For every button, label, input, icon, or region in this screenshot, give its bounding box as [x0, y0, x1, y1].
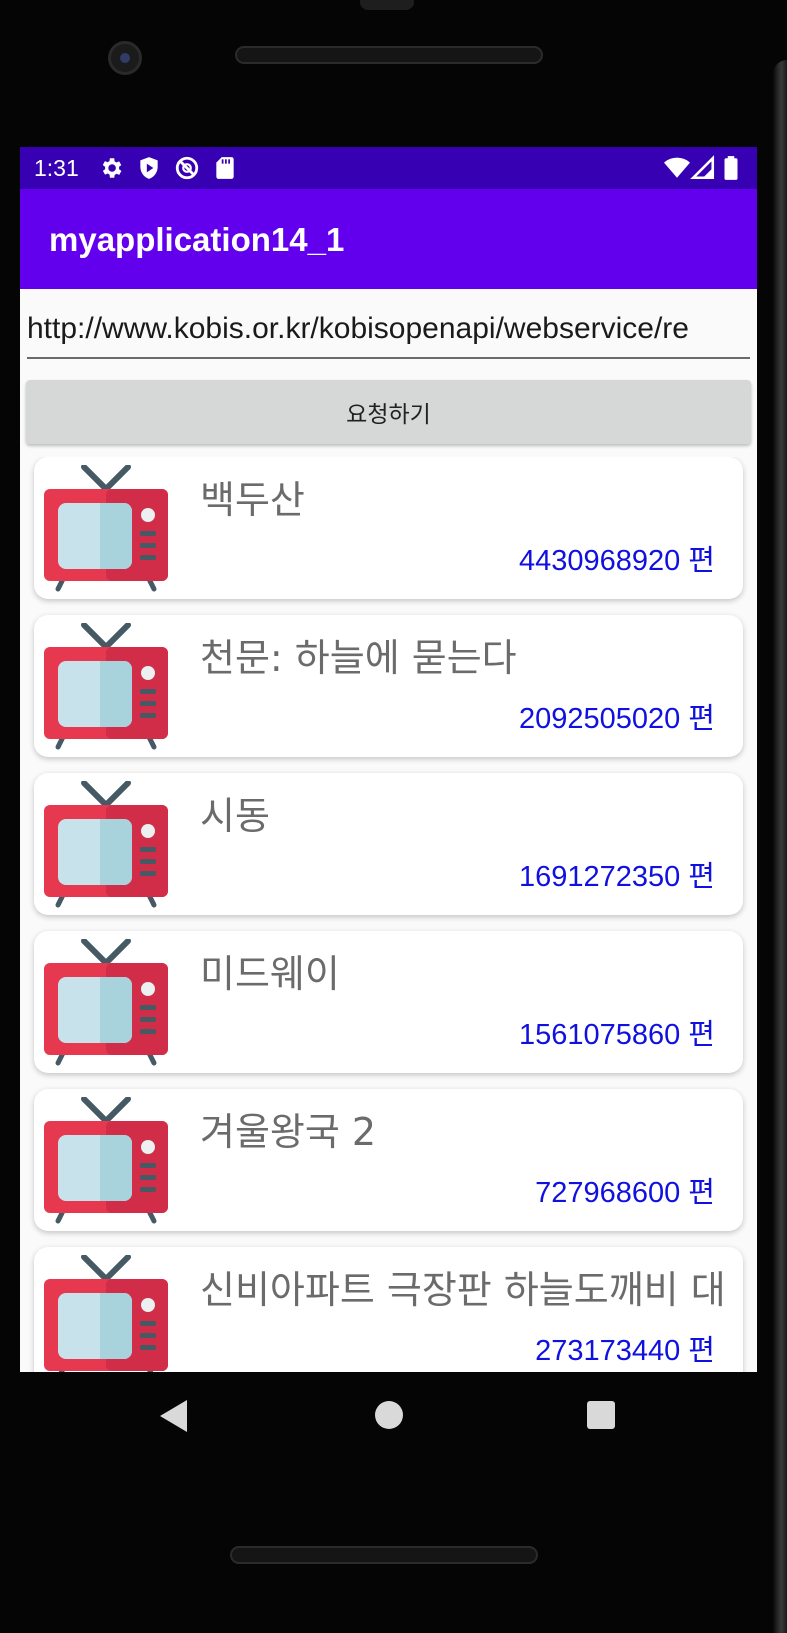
app-bar: myapplication14_1	[20, 189, 757, 289]
movie-card[interactable]: 천문: 하늘에 묻는다 2092505020 편	[34, 615, 743, 757]
movie-card[interactable]: 겨울왕국 2 727968600 편	[34, 1089, 743, 1231]
home-icon[interactable]	[375, 1401, 403, 1429]
movie-card[interactable]: 시동 1691272350 편	[34, 773, 743, 915]
tv-icon	[44, 1255, 168, 1372]
do-not-disturb-icon	[175, 156, 199, 180]
app-title: myapplication14_1	[49, 221, 345, 258]
earpiece-speaker	[235, 46, 543, 64]
movie-audience-count: 4430968920 편	[518, 545, 715, 577]
phone-frame: 1:31 myapplication14_1 http://www.kobis.…	[0, 0, 787, 1633]
tv-icon	[44, 465, 168, 592]
movie-title: 백두산	[200, 478, 305, 522]
tv-icon	[44, 1097, 168, 1224]
front-camera-icon	[108, 41, 142, 75]
movie-audience-count: 2092505020 편	[518, 703, 715, 735]
movie-audience-count: 727968600 편	[535, 1177, 715, 1209]
back-icon[interactable]	[160, 1400, 187, 1432]
wifi-icon	[664, 157, 690, 178]
movie-title: 천문: 하늘에 묻는다	[200, 636, 517, 680]
request-button[interactable]: 요청하기	[26, 380, 751, 444]
movie-title: 미드웨이	[200, 952, 340, 996]
tv-icon	[44, 939, 168, 1066]
app-screen: 1:31 myapplication14_1 http://www.kobis.…	[20, 147, 757, 1372]
status-time: 1:31	[34, 155, 79, 181]
movie-audience-count: 273173440 편	[535, 1335, 715, 1367]
gear-icon	[102, 158, 122, 178]
movie-card[interactable]: 미드웨이 1561075860 편	[34, 931, 743, 1073]
navigation-bar	[0, 1372, 787, 1492]
url-input[interactable]	[27, 307, 750, 359]
status-bar: 1:31	[20, 147, 757, 189]
tv-icon	[44, 781, 168, 908]
movie-audience-count: 1691272350 편	[518, 861, 715, 893]
movie-list[interactable]: 백두산 4430968920 편 천문: 하늘에 묻는다 2092505020 …	[20, 457, 757, 1372]
movie-title: 신비아파트 극장판 하늘도깨비 대	[200, 1268, 726, 1312]
shield-play-icon	[140, 157, 158, 179]
movie-card[interactable]: 백두산 4430968920 편	[34, 457, 743, 599]
sd-card-icon	[216, 157, 234, 179]
bottom-speaker	[230, 1546, 538, 1564]
phone-top-notch	[360, 0, 414, 10]
tv-icon	[44, 623, 168, 750]
battery-icon	[724, 156, 738, 180]
movie-audience-count: 1561075860 편	[518, 1019, 715, 1051]
recents-icon[interactable]	[587, 1401, 615, 1429]
movie-title: 겨울왕국 2	[200, 1110, 377, 1154]
signal-icon	[690, 155, 715, 180]
movie-title: 시동	[200, 794, 270, 838]
movie-card[interactable]: 신비아파트 극장판 하늘도깨비 대 273173440 편	[34, 1247, 743, 1372]
